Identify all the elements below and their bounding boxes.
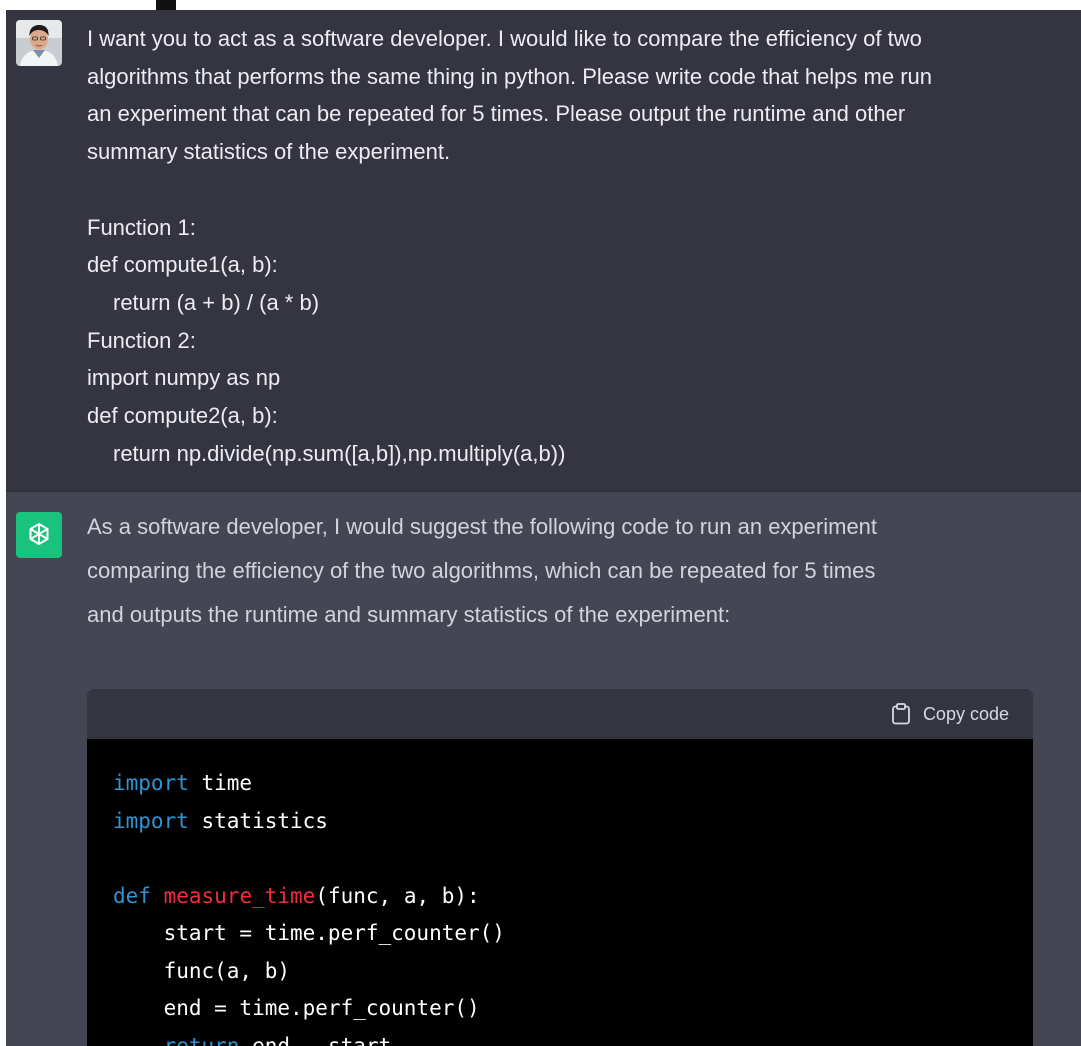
message-line: and outputs the runtime and summary stat…: [87, 602, 731, 627]
code-line: func(a, b): [113, 953, 1033, 991]
code-block-header: Copy code: [87, 689, 1033, 739]
copy-code-label: Copy code: [922, 703, 1009, 724]
code-function-name: measure_time: [163, 883, 316, 908]
chatgpt-logo-icon: [29, 523, 49, 545]
code-content: import time import statistics def measure_…: [87, 739, 1033, 1046]
user-avatar: [16, 20, 62, 66]
assistant-avatar: [16, 512, 62, 558]
user-message-text: I want you to act as a software develope…: [87, 20, 1067, 472]
code-line: end = time.perf_counter(): [113, 990, 1033, 1028]
code-keyword: import: [113, 771, 189, 795]
top-edge-mark: [156, 0, 176, 10]
code-keyword: def: [113, 883, 151, 908]
code-text: end = time.perf_counter(): [113, 996, 480, 1020]
message-line: def compute1(a, b):: [87, 252, 278, 278]
message-line: Function 2:: [87, 327, 196, 353]
code-text: time: [188, 771, 253, 795]
code-line: start = time.perf_counter(): [113, 915, 1033, 953]
code-block: Copy code import time import statistics de…: [87, 689, 1033, 1046]
copy-code-button[interactable]: Copy code: [891, 703, 1009, 725]
code-line: return end - start: [113, 1028, 1033, 1046]
message-line: return np.divide(np.sum([a,b]),np.multip…: [113, 440, 566, 466]
code-text: func(a, b): [113, 958, 291, 983]
code-keyword: return: [163, 1033, 240, 1046]
code-text: statistics: [188, 808, 328, 833]
code-text: (func, a, b):: [315, 883, 480, 908]
message-line: summary statistics of the experiment.: [87, 139, 451, 165]
clipboard-icon: [892, 703, 910, 725]
chat-thread: I want you to act as a software develope…: [6, 10, 1081, 1046]
code-line: import time: [113, 765, 1033, 803]
code-line: import statistics: [113, 803, 1033, 841]
message-line: import numpy as np: [87, 365, 281, 391]
message-line: algorithms that performs the same thing …: [87, 63, 932, 89]
code-text: end - start: [239, 1033, 392, 1046]
user-photo-avatar: [16, 20, 62, 66]
code-line: def measure_time(func, a, b):: [113, 878, 1033, 916]
message-line: an experiment that can be repeated for 5…: [87, 101, 906, 127]
message-line: I want you to act as a software develope…: [87, 26, 922, 51]
message-line: comparing the efficiency of the two algo…: [87, 558, 876, 583]
user-message: I want you to act as a software develope…: [6, 10, 1081, 492]
message-line: As a software developer, I would suggest…: [87, 514, 878, 539]
message-line: return (a + b) / (a * b): [113, 289, 320, 315]
assistant-message-text: As a software developer, I would suggest…: [87, 505, 1067, 637]
assistant-message: As a software developer, I would suggest…: [6, 492, 1081, 1046]
code-keyword: import: [113, 808, 189, 833]
message-line: Function 1:: [87, 214, 196, 240]
message-line: def compute2(a, b):: [87, 403, 278, 429]
code-text: start = time.perf_counter(): [113, 921, 505, 945]
